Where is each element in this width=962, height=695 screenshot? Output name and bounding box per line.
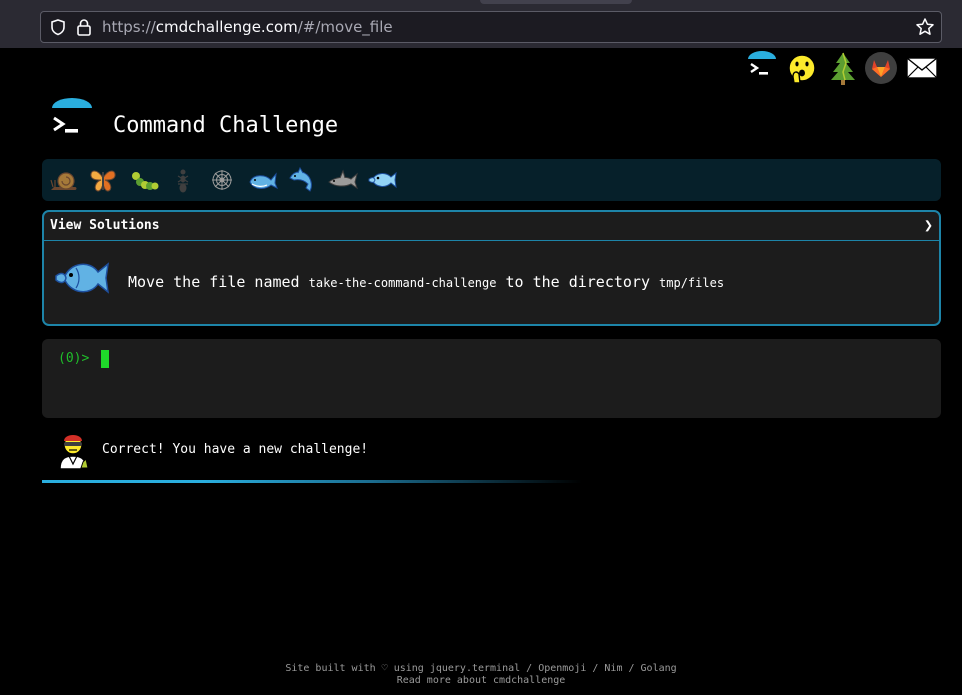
caterpillar-icon[interactable] <box>128 164 160 196</box>
bookmark-star-icon[interactable] <box>915 17 935 37</box>
tree-icon[interactable] <box>826 50 860 86</box>
whale-icon[interactable] <box>247 164 279 196</box>
footer-read-more-link[interactable]: Read more about cmdchallenge <box>0 675 962 686</box>
file-name: take-the-command-challenge <box>308 276 497 290</box>
terminal-logo-icon[interactable] <box>745 50 779 86</box>
envelope-icon[interactable] <box>904 50 940 86</box>
browser-toolbar: https://cmdchallenge.com/#/move_file <box>0 0 962 48</box>
lock-icon[interactable] <box>76 18 92 36</box>
shark-icon[interactable] <box>327 164 359 196</box>
snail-icon[interactable] <box>48 164 80 196</box>
view-solutions-label: View Solutions <box>50 218 160 233</box>
url-text[interactable]: https://cmdchallenge.com/#/move_file <box>102 18 393 36</box>
terminal-prompt: (0)> <box>58 351 90 366</box>
result-message: Correct! You have a new challenge! <box>102 442 369 457</box>
spider-web-icon[interactable] <box>206 164 238 196</box>
url-host: cmdchallenge.com <box>155 18 298 36</box>
chevron-right-icon: ❯ <box>923 216 933 234</box>
browser-tab[interactable] <box>480 0 632 4</box>
ant-icon[interactable] <box>167 164 199 196</box>
challenge-description: Move the file named take-the-command-cha… <box>128 273 724 291</box>
gitlab-icon[interactable] <box>864 50 898 86</box>
url-path: /#/move_file <box>297 18 393 36</box>
shield-icon[interactable] <box>49 18 67 36</box>
address-bar[interactable]: https://cmdchallenge.com/#/move_file <box>40 11 942 43</box>
view-solutions-toggle[interactable]: View Solutions ❯ <box>44 212 939 241</box>
challenge-strip <box>42 159 941 201</box>
dolphin-icon[interactable] <box>286 164 318 196</box>
footer-credits[interactable]: Site built with ♡ using jquery.terminal … <box>0 663 962 674</box>
desc-text-1: Move the file named <box>128 273 309 291</box>
butterfly-icon[interactable] <box>87 164 119 196</box>
progress-bar <box>42 480 582 483</box>
page-title: Command Challenge <box>113 113 339 138</box>
challenge-panel: View Solutions ❯ Move the file named tak… <box>42 210 941 326</box>
url-scheme: https:// <box>102 18 156 36</box>
fish-icon[interactable] <box>366 164 398 196</box>
directory-name: tmp/files <box>659 276 725 290</box>
terminal[interactable]: (0)> <box>42 339 941 418</box>
scientist-mascot-icon <box>59 435 89 470</box>
site-logo-icon[interactable] <box>48 98 96 142</box>
shushing-face-icon[interactable] <box>785 50 819 86</box>
terminal-cursor <box>101 350 109 368</box>
fish-icon <box>55 262 110 294</box>
desc-text-2: to the directory <box>496 273 660 291</box>
